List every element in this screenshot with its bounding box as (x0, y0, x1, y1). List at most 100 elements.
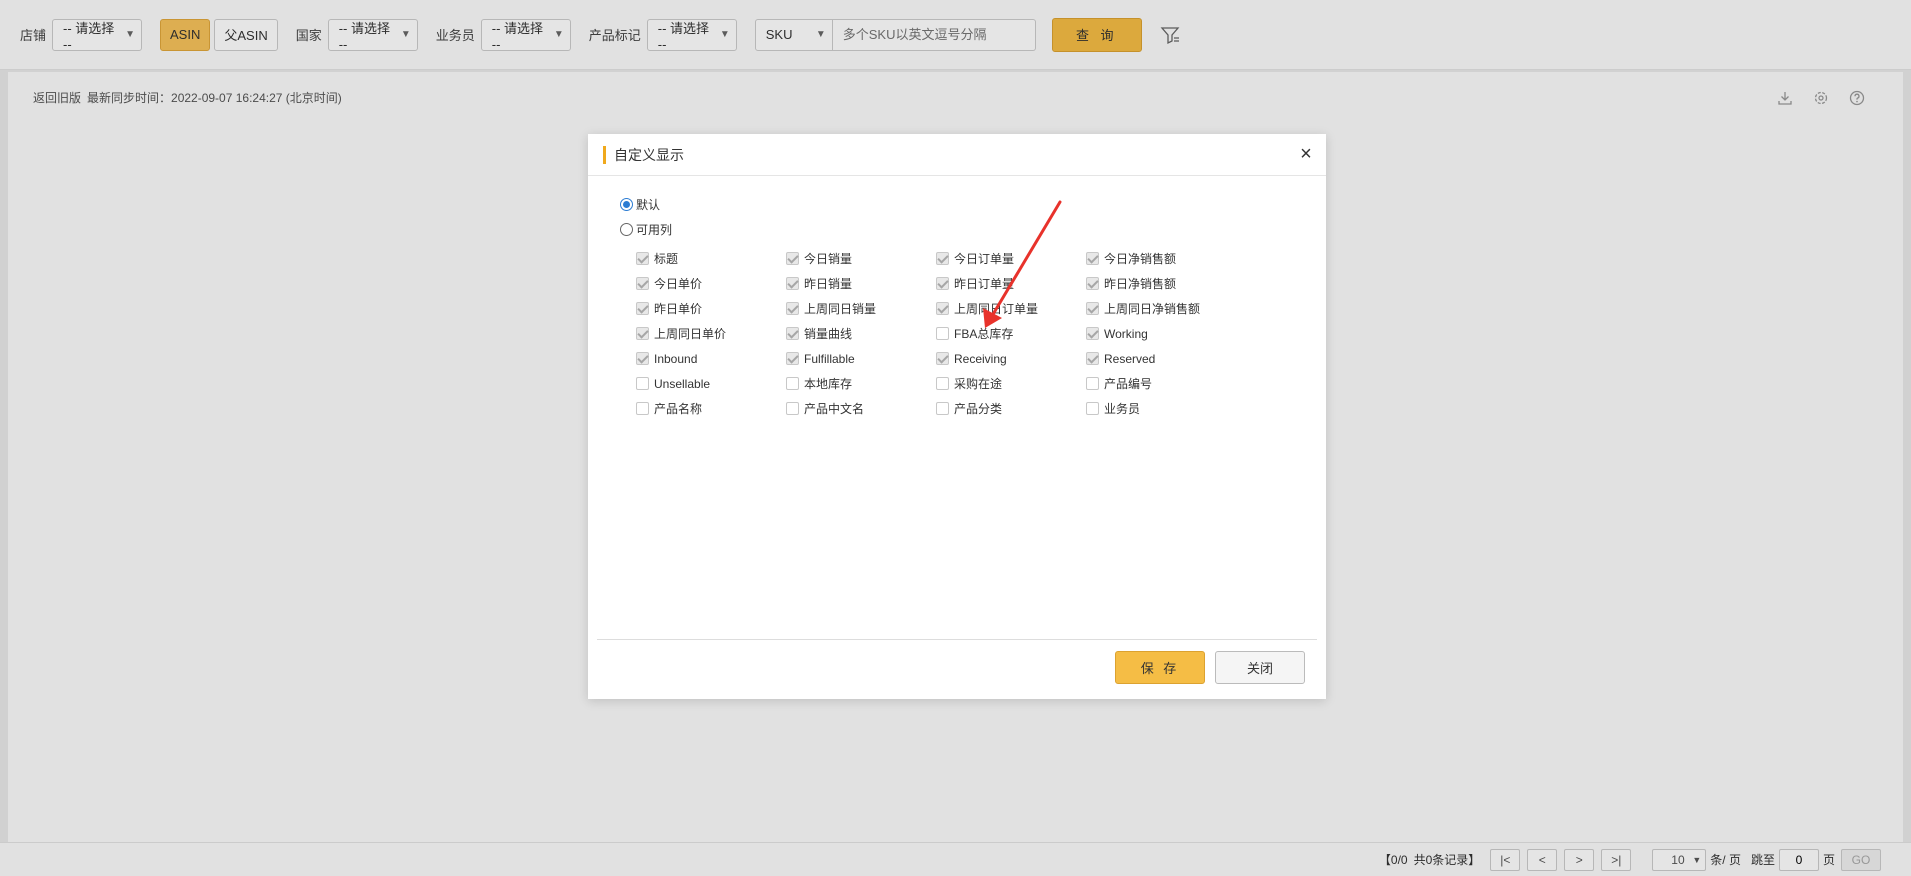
column-option-label: 产品名称 (654, 402, 703, 416)
radio-default[interactable]: 默认 (620, 192, 672, 217)
radio-columns[interactable]: 可用列 (620, 217, 672, 242)
column-option[interactable]: 昨日单价 (636, 296, 786, 321)
column-option[interactable]: Inbound (636, 346, 786, 371)
column-option[interactable]: 上周同日净销售额 (1086, 296, 1236, 321)
column-checkbox[interactable] (936, 252, 949, 265)
column-option-label: Inbound (654, 351, 698, 366)
column-checkbox[interactable] (1086, 252, 1099, 265)
column-option-label: Unsellable (654, 376, 711, 391)
column-option[interactable]: 产品中文名 (786, 396, 936, 421)
column-option[interactable]: 今日净销售额 (1086, 246, 1236, 271)
close-button[interactable]: 关闭 (1215, 651, 1305, 684)
column-option-label: 昨日净销售额 (1104, 277, 1177, 291)
column-option-label: 本地库存 (804, 377, 853, 391)
radio-columns-button[interactable] (620, 223, 633, 236)
column-option[interactable]: 采购在途 (936, 371, 1086, 396)
column-checkbox[interactable] (786, 377, 799, 390)
dialog-title: 自定义显示 (614, 146, 684, 163)
column-checkbox[interactable] (786, 352, 799, 365)
column-checkbox[interactable] (936, 302, 949, 315)
column-option-label: 采购在途 (954, 377, 1003, 391)
column-checkbox[interactable] (786, 302, 799, 315)
column-option-label: 上周同日订单量 (954, 302, 1039, 316)
column-option[interactable]: Receiving (936, 346, 1086, 371)
column-checkbox[interactable] (786, 252, 799, 265)
column-option[interactable]: Working (1086, 321, 1236, 346)
column-option-label: 产品中文名 (804, 402, 865, 416)
column-option-label: 今日单价 (654, 277, 703, 291)
column-checkbox[interactable] (636, 377, 649, 390)
column-checkbox[interactable] (1086, 277, 1099, 290)
column-option[interactable]: 产品编号 (1086, 371, 1236, 396)
column-checkbox[interactable] (636, 327, 649, 340)
column-option[interactable]: 昨日订单量 (936, 271, 1086, 296)
custom-display-dialog: 自定义显示 × 默认 可用列 标题 今日销量 今日订单量 今日净销售额今日单价 昨日销量… (588, 134, 1326, 699)
column-checkbox[interactable] (936, 277, 949, 290)
column-checkbox[interactable] (1086, 302, 1099, 315)
column-option[interactable]: 业务员 (1086, 396, 1236, 421)
column-checkbox[interactable] (936, 327, 949, 340)
column-option-label: 今日销量 (804, 252, 853, 266)
radio-default-button[interactable] (620, 198, 633, 211)
column-checkbox[interactable] (636, 352, 649, 365)
column-checkbox[interactable] (786, 402, 799, 415)
column-checkbox[interactable] (636, 302, 649, 315)
column-option[interactable]: 上周同日销量 (786, 296, 936, 321)
column-option[interactable]: Reserved (1086, 346, 1236, 371)
column-option-label: 产品编号 (1104, 377, 1153, 391)
radio-default-label: 默认 (636, 198, 661, 212)
column-checkbox-grid: 标题 今日销量 今日订单量 今日净销售额今日单价 昨日销量 昨日订单量 昨日净销售额昨日单价… (636, 246, 1236, 421)
column-option[interactable]: 销量曲线 (786, 321, 936, 346)
column-option[interactable]: 本地库存 (786, 371, 936, 396)
column-option[interactable]: 今日单价 (636, 271, 786, 296)
column-checkbox[interactable] (786, 277, 799, 290)
column-checkbox[interactable] (936, 352, 949, 365)
column-option[interactable]: 上周同日订单量 (936, 296, 1086, 321)
column-option-label: 上周同日单价 (654, 327, 727, 341)
column-option-label: 标题 (654, 252, 679, 266)
column-checkbox[interactable] (1086, 352, 1099, 365)
column-option-label: Receiving (954, 351, 1007, 366)
column-option[interactable]: 昨日销量 (786, 271, 936, 296)
column-option-label: 昨日销量 (804, 277, 853, 291)
column-option-label: FBA总库存 (954, 327, 1014, 341)
column-checkbox[interactable] (1086, 377, 1099, 390)
column-option[interactable]: 产品分类 (936, 396, 1086, 421)
column-option[interactable]: FBA总库存 (936, 321, 1086, 346)
column-option-label: Working (1104, 326, 1148, 341)
column-option[interactable]: Fulfillable (786, 346, 936, 371)
radio-columns-label: 可用列 (636, 223, 673, 237)
column-option-label: 上周同日净销售额 (1104, 302, 1201, 316)
column-option-label: 今日订单量 (954, 252, 1015, 266)
column-checkbox[interactable] (1086, 402, 1099, 415)
column-option-label: 业务员 (1104, 402, 1141, 416)
column-option-label: Reserved (1104, 351, 1156, 366)
column-checkbox[interactable] (936, 402, 949, 415)
footer-divider (597, 639, 1317, 640)
column-checkbox[interactable] (1086, 327, 1099, 340)
display-mode-group: 默认 可用列 (620, 192, 672, 242)
column-option-label: 昨日单价 (654, 302, 703, 316)
column-checkbox[interactable] (636, 277, 649, 290)
column-option[interactable]: 上周同日单价 (636, 321, 786, 346)
dialog-header: 自定义显示 × (588, 134, 1326, 176)
column-option-label: 昨日订单量 (954, 277, 1015, 291)
column-option[interactable]: 今日订单量 (936, 246, 1086, 271)
column-checkbox[interactable] (636, 252, 649, 265)
column-option-label: 产品分类 (954, 402, 1003, 416)
column-option-label: Fulfillable (804, 351, 855, 366)
column-checkbox[interactable] (786, 327, 799, 340)
column-option[interactable]: 昨日净销售额 (1086, 271, 1236, 296)
column-option-label: 今日净销售额 (1104, 252, 1177, 266)
title-accent-bar (603, 145, 606, 164)
column-option-label: 销量曲线 (804, 327, 853, 341)
column-option[interactable]: 标题 (636, 246, 786, 271)
save-button[interactable]: 保 存 (1115, 651, 1205, 684)
column-option[interactable]: 产品名称 (636, 396, 786, 421)
column-option-label: 上周同日销量 (804, 302, 877, 316)
column-option[interactable]: Unsellable (636, 371, 786, 396)
column-checkbox[interactable] (636, 402, 649, 415)
column-option[interactable]: 今日销量 (786, 246, 936, 271)
column-checkbox[interactable] (936, 377, 949, 390)
close-icon[interactable]: × (1296, 144, 1316, 164)
